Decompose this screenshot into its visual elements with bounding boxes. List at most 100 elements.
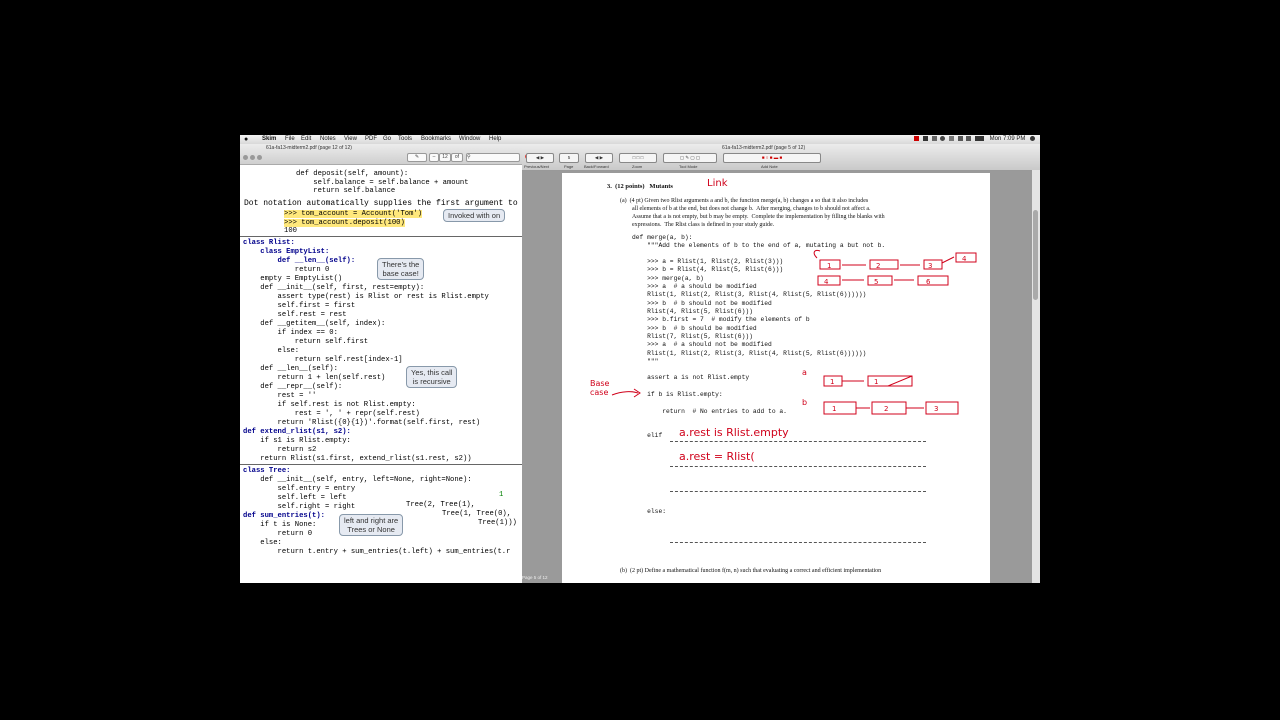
code-line: rest = ', ' + repr(self.rest): [243, 410, 420, 418]
hw-digit: 1: [874, 378, 878, 386]
code-line: >>> tom_account.deposit(100): [284, 219, 405, 227]
left-window-title: 61a-fa13-midterm2.pdf (page 12 of 12): [266, 145, 352, 151]
hw-digit: 3: [934, 405, 938, 413]
hw-digit: 1: [832, 405, 836, 413]
hw-box: [817, 275, 841, 286]
hw-digit: 6: [926, 278, 931, 286]
code-line: class EmptyList:: [243, 248, 330, 256]
hw-box: [871, 401, 907, 415]
battery-icon[interactable]: [974, 135, 984, 141]
menu-go[interactable]: Go: [383, 135, 391, 144]
code-line: return 0: [243, 266, 330, 274]
bluetooth-icon[interactable]: [948, 135, 954, 141]
menu-file[interactable]: File: [285, 135, 295, 144]
search-field[interactable]: ⚲: [466, 153, 520, 162]
code-line: 100: [284, 227, 297, 235]
code-line: return self.balance: [296, 187, 396, 195]
code-line: if index == 0:: [243, 329, 338, 337]
prev-next-button[interactable]: ◀ ▶: [526, 153, 554, 163]
clock-text[interactable]: Mon 7:09 PM: [990, 136, 1026, 142]
tree-example: Tree(1, Tree(0),: [442, 510, 512, 518]
hw-box: [923, 259, 943, 270]
add-note-buttons[interactable]: ■ ○ ■ ▬ ■: [723, 153, 821, 163]
menu-bookmarks[interactable]: Bookmarks: [421, 135, 451, 144]
code-line: if self.rest is not Rlist.empty:: [243, 401, 416, 409]
zoom-buttons[interactable]: □ □ □: [619, 153, 657, 163]
menu-notes[interactable]: Notes: [320, 135, 336, 144]
code-line: return t.entry + sum_entries(t.left) + s…: [243, 548, 511, 556]
tool-mode-buttons[interactable]: ▢ ✎ ▢ ▢: [663, 153, 717, 163]
page-field[interactable]: 12: [439, 153, 451, 162]
code-line: def __len__(self):: [243, 365, 338, 373]
code-line: else:: [243, 539, 282, 547]
clock-icon[interactable]: [940, 135, 946, 141]
code-line: rest = '': [243, 392, 317, 400]
page-field[interactable]: 5: [559, 153, 579, 163]
tree-diagram-label: 1: [499, 491, 504, 499]
minimize-button[interactable]: [250, 155, 255, 160]
scrollbar-thumb[interactable]: [1033, 210, 1038, 300]
hw-box: [823, 401, 857, 415]
code-line: assert type(rest) is Rlist or rest is Rl…: [243, 293, 489, 301]
menu-pdf[interactable]: PDF: [365, 135, 377, 144]
tree-example: Tree(1))): [478, 519, 517, 527]
apple-menu-icon[interactable]: ●: [244, 135, 248, 144]
hw-box: [925, 401, 959, 415]
hw-digit: 2: [876, 262, 880, 270]
menu-app-skim[interactable]: Skim: [262, 135, 276, 144]
vertical-scrollbar[interactable]: [1032, 170, 1040, 583]
hw-digit: 4: [824, 278, 829, 286]
status-icon[interactable]: [931, 135, 937, 141]
code-line: if t is None:: [243, 521, 317, 529]
menu-view[interactable]: View: [344, 135, 357, 144]
status-icon[interactable]: [922, 135, 928, 141]
code-line: self.left = left: [243, 494, 347, 502]
hw-digit: 1: [830, 378, 834, 386]
hw-digit: 2: [884, 405, 888, 413]
zoom-out-button[interactable]: –: [429, 153, 439, 162]
code-line: return s2: [243, 446, 317, 454]
left-window-titlebar: 61a-fa13-midterm2.pdf (page 12 of 12) ✎ …: [240, 144, 522, 165]
divider: [240, 236, 522, 237]
annotation-bubble: Invoked with on: [443, 209, 506, 222]
code-line: return self.rest[index-1]: [243, 356, 403, 364]
zoom-button[interactable]: [257, 155, 262, 160]
code-line: def __getitem__(self, index):: [243, 320, 386, 328]
code-line: return 'Rlist({0}{1})'.format(self.first…: [243, 419, 481, 427]
code-line: self.first = first: [243, 302, 356, 310]
hw-box: [917, 275, 949, 286]
hw-box: [869, 259, 899, 270]
status-page: Page 5 of 12: [522, 575, 548, 580]
spotlight-icon[interactable]: [1030, 135, 1035, 141]
code-line: return 1 + len(self.rest): [243, 374, 386, 382]
menu-tools[interactable]: Tools: [398, 135, 412, 144]
hw-digit: 1: [827, 262, 831, 270]
record-icon[interactable]: [914, 135, 920, 141]
menu-edit[interactable]: Edit: [301, 135, 311, 144]
menu-window[interactable]: Window: [459, 135, 480, 144]
prose-line: Dot notation automatically supplies the …: [244, 199, 522, 208]
page-of-label: of: [451, 153, 463, 162]
pencil-tool-button[interactable]: ✎: [407, 153, 427, 162]
wifi-icon[interactable]: [957, 135, 963, 141]
pdf-page: 3. (12 points) Mutants (a) (4 pt) Given …: [562, 173, 990, 583]
toolbar-label: Zoom: [632, 164, 643, 169]
code-line: def extend_rlist(s1, s2):: [243, 428, 351, 436]
hw-box: [867, 275, 893, 286]
right-skim-window: 61a-fa13-midterm2.pdf (page 5 of 12) ◀ ▶…: [522, 144, 1040, 583]
hw-digit: 3: [928, 262, 932, 270]
code-line: return 0: [243, 530, 313, 538]
close-button[interactable]: [243, 155, 248, 160]
divider: [240, 464, 522, 465]
volume-icon[interactable]: [966, 135, 972, 141]
right-window-title: 61a-fa13-midterm2.pdf (page 5 of 12): [722, 145, 806, 151]
back-forward-button[interactable]: ◀ ▶: [585, 153, 613, 163]
code-line: return self.first: [243, 338, 369, 346]
hw-digit: 4: [962, 255, 967, 263]
code-line: >>> tom_account = Account('Tom'): [284, 210, 423, 218]
annotation-bubble: There's the base case!: [377, 258, 425, 280]
left-skim-window: 61a-fa13-midterm2.pdf (page 12 of 12) ✎ …: [240, 144, 523, 583]
tree-example: Tree(2, Tree(1),: [406, 501, 476, 509]
code-line: self.balance = self.balance + amount: [296, 179, 469, 187]
menu-help[interactable]: Help: [489, 135, 501, 144]
